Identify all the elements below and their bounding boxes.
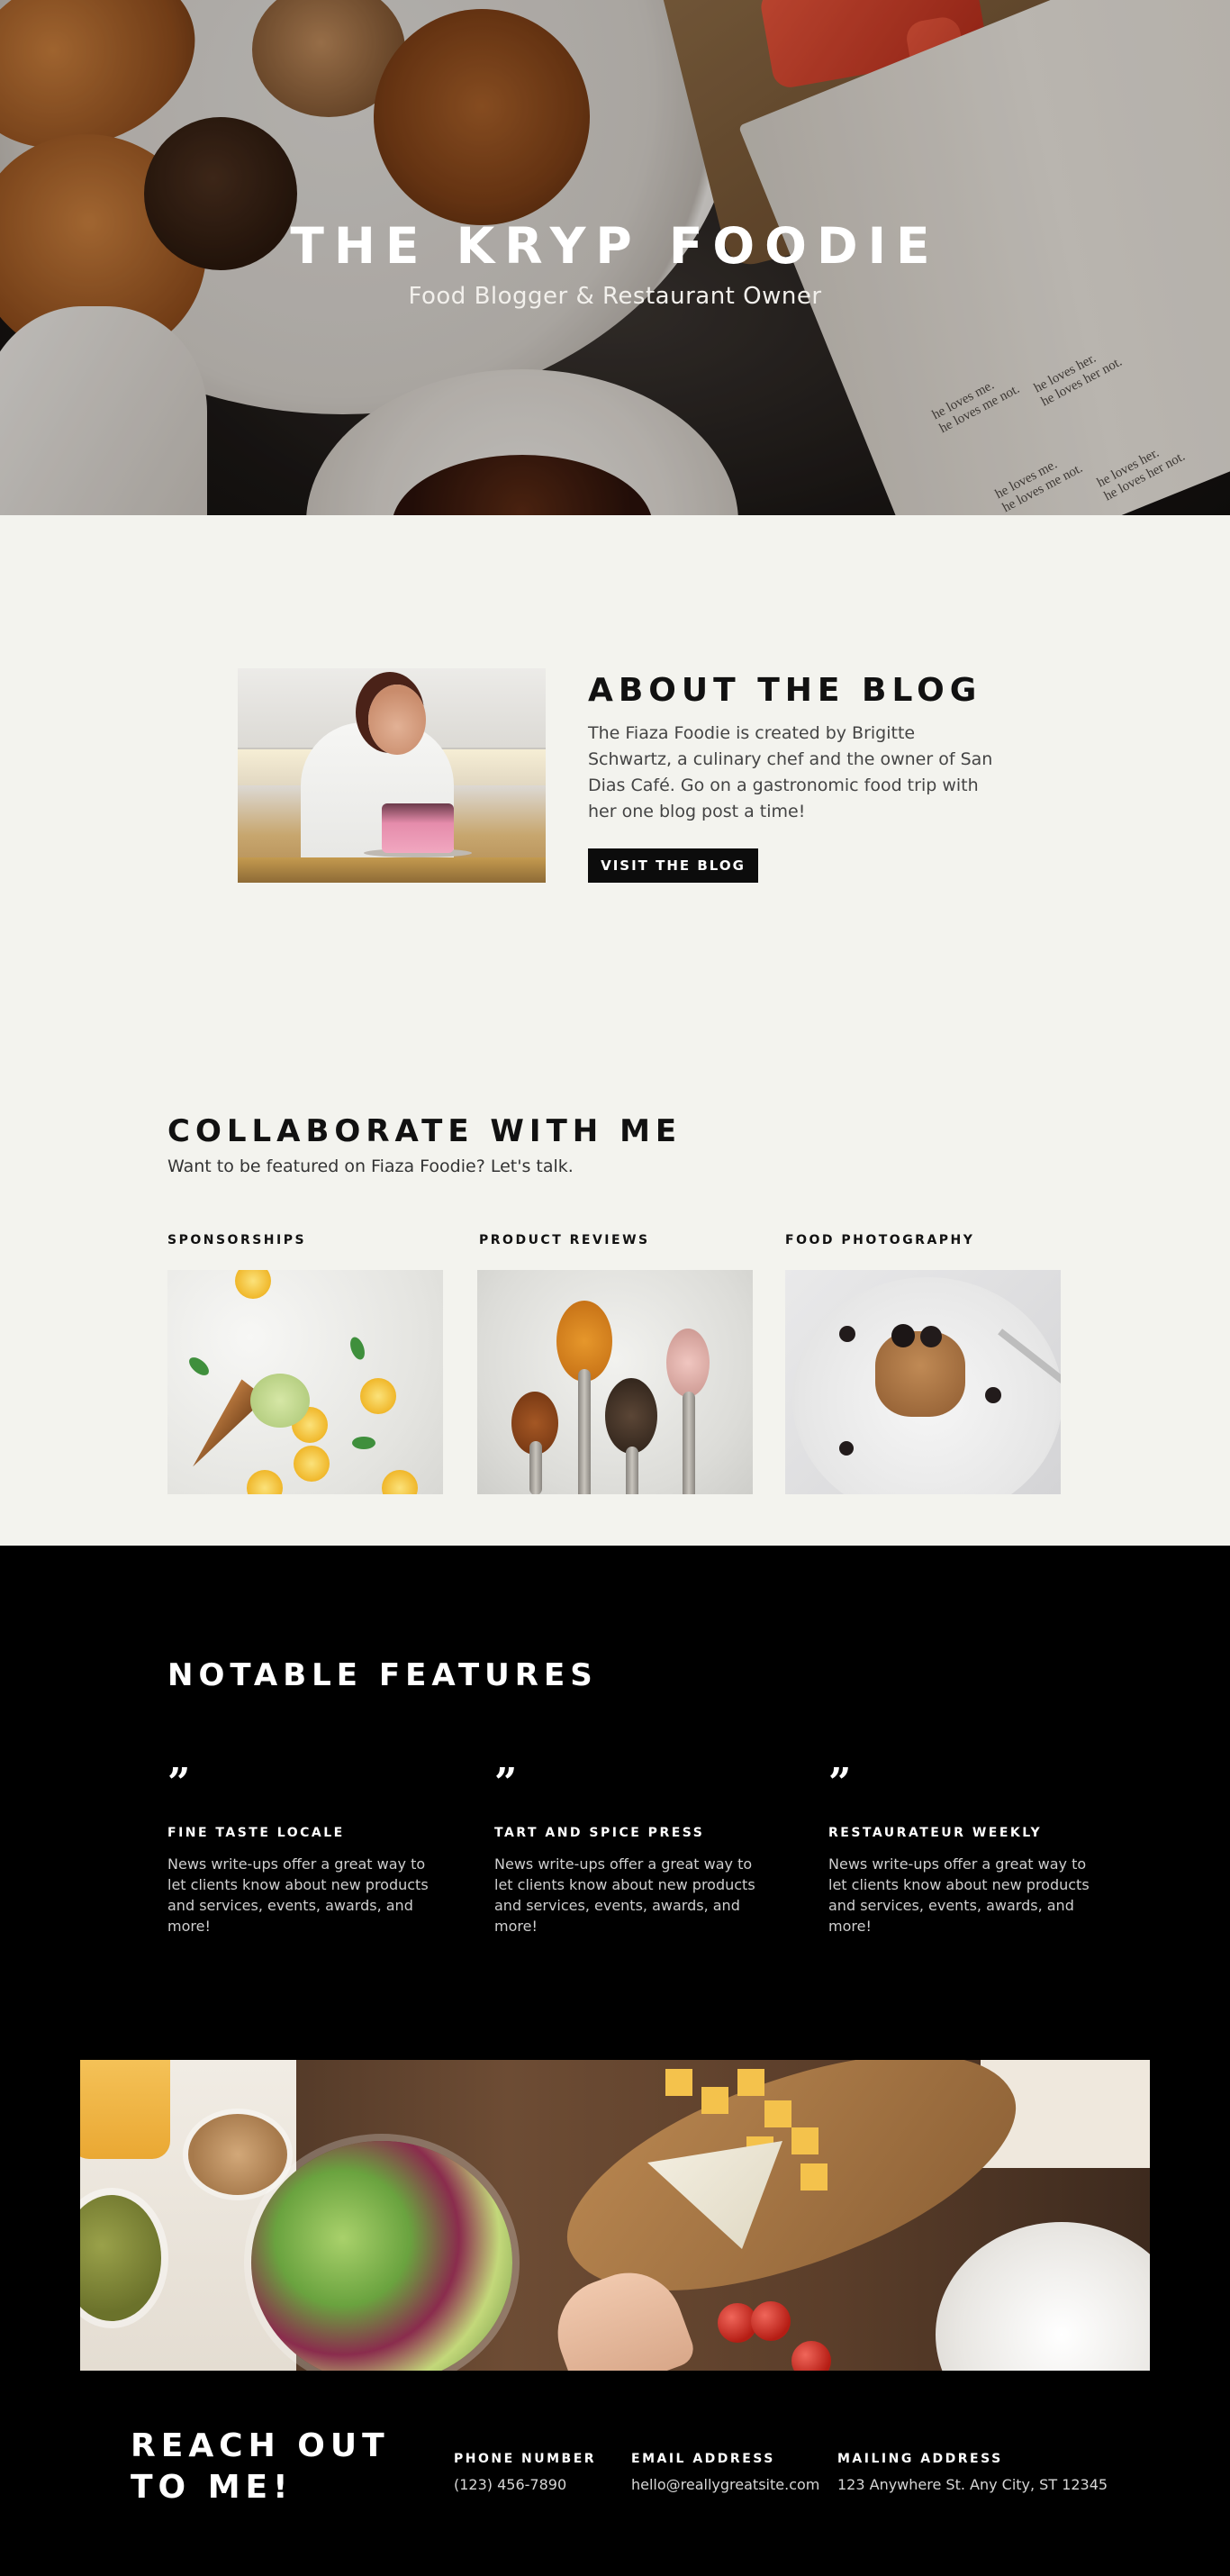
quote-icon: ” bbox=[494, 1764, 518, 1800]
spoon-handle bbox=[683, 1392, 695, 1494]
email-link[interactable]: hello@reallygreatsite.com bbox=[631, 2476, 819, 2493]
site-subtitle: Food Blogger & Restaurant Owner bbox=[408, 283, 822, 310]
feature-body: News write-ups offer a great way to let … bbox=[167, 1855, 429, 1935]
lemon-image bbox=[247, 1470, 283, 1494]
tomato-image bbox=[751, 2301, 791, 2341]
blackberry-image bbox=[839, 1441, 854, 1456]
contact-heading-line: REACH OUT bbox=[131, 2427, 390, 2464]
site-title: THE KRYP FOODIE bbox=[290, 217, 940, 275]
blackberry-image bbox=[839, 1326, 855, 1342]
feature-title: FINE TASTE LOCALE bbox=[167, 1826, 345, 1840]
quote-icon: ” bbox=[167, 1764, 191, 1800]
lemon-image bbox=[360, 1378, 396, 1414]
lemon-image bbox=[382, 1470, 418, 1494]
cheese-cube bbox=[665, 2069, 692, 2096]
leaf-image bbox=[347, 1335, 368, 1362]
feature-body: News write-ups offer a great way to let … bbox=[828, 1855, 1090, 1935]
pancake-image bbox=[875, 1331, 965, 1417]
spoon-handle bbox=[626, 1447, 638, 1494]
plate-image bbox=[936, 2222, 1150, 2371]
chef-photo bbox=[238, 668, 546, 883]
about-heading: ABOUT THE BLOG bbox=[588, 672, 982, 709]
collaborate-subtitle: Want to be featured on Fiaza Foodie? Let… bbox=[167, 1156, 574, 1176]
salt-spoon bbox=[666, 1329, 710, 1397]
contact-heading-line: TO ME! bbox=[131, 2469, 294, 2506]
contact-heading: REACH OUT TO ME! bbox=[131, 2426, 390, 2508]
cake-image bbox=[382, 803, 454, 853]
ice-cream-image bbox=[250, 1374, 310, 1428]
kitchen-counter bbox=[238, 857, 546, 883]
nuts-bowl bbox=[188, 2114, 287, 2195]
mailing-value: 123 Anywhere St. Any City, ST 12345 bbox=[837, 2476, 1108, 2493]
chef-head bbox=[368, 685, 426, 755]
phone-label: PHONE NUMBER bbox=[454, 2452, 597, 2466]
juice-glass bbox=[80, 2060, 170, 2159]
feature-body: News write-ups offer a great way to let … bbox=[494, 1855, 755, 1935]
lemon-image bbox=[235, 1270, 271, 1299]
salad-bowl bbox=[251, 2141, 512, 2371]
mailing-label: MAILING ADDRESS bbox=[837, 2452, 1003, 2466]
spoon-handle bbox=[529, 1441, 542, 1494]
food-photography-image[interactable] bbox=[785, 1270, 1061, 1494]
blackberry-image bbox=[891, 1324, 915, 1347]
tomato-image bbox=[791, 2341, 831, 2371]
phone-value: (123) 456-7890 bbox=[454, 2476, 567, 2493]
leaf-image bbox=[185, 1354, 213, 1379]
visit-blog-button[interactable]: VISIT THE BLOG bbox=[588, 848, 758, 883]
cheese-cube bbox=[800, 2163, 828, 2191]
hero-banner: he loves me. he loves me not. he loves he… bbox=[0, 0, 1230, 515]
feature-title: RESTAURATEUR WEEKLY bbox=[828, 1826, 1043, 1840]
peppercorn-spoon bbox=[605, 1378, 657, 1454]
collaborate-heading: COLLABORATE WITH ME bbox=[167, 1113, 683, 1149]
product-reviews-image[interactable] bbox=[477, 1270, 753, 1494]
sponsorships-image[interactable] bbox=[167, 1270, 443, 1494]
cheese-cube bbox=[764, 2100, 791, 2127]
leaf-image bbox=[352, 1437, 375, 1449]
card-label-product-reviews: PRODUCT REVIEWS bbox=[479, 1233, 650, 1247]
card-label-food-photography: FOOD PHOTOGRAPHY bbox=[785, 1233, 975, 1247]
lemon-image bbox=[294, 1446, 330, 1482]
feature-title: TART AND SPICE PRESS bbox=[494, 1826, 705, 1840]
blackberry-image bbox=[985, 1387, 1001, 1403]
food-banner-image bbox=[80, 2060, 1150, 2371]
cheese-cube bbox=[701, 2087, 728, 2114]
email-label: EMAIL ADDRESS bbox=[631, 2452, 775, 2466]
cheese-cube bbox=[737, 2069, 764, 2096]
features-heading: NOTABLE FEATURES bbox=[167, 1657, 598, 1693]
about-description: The Fiaza Foodie is created by Brigitte … bbox=[588, 723, 993, 821]
card-label-sponsorships: SPONSORSHIPS bbox=[167, 1233, 307, 1247]
quote-icon: ” bbox=[828, 1764, 852, 1800]
blackberry-image bbox=[920, 1326, 942, 1347]
cheese-cube bbox=[791, 2127, 818, 2154]
spoon-handle bbox=[578, 1369, 591, 1494]
